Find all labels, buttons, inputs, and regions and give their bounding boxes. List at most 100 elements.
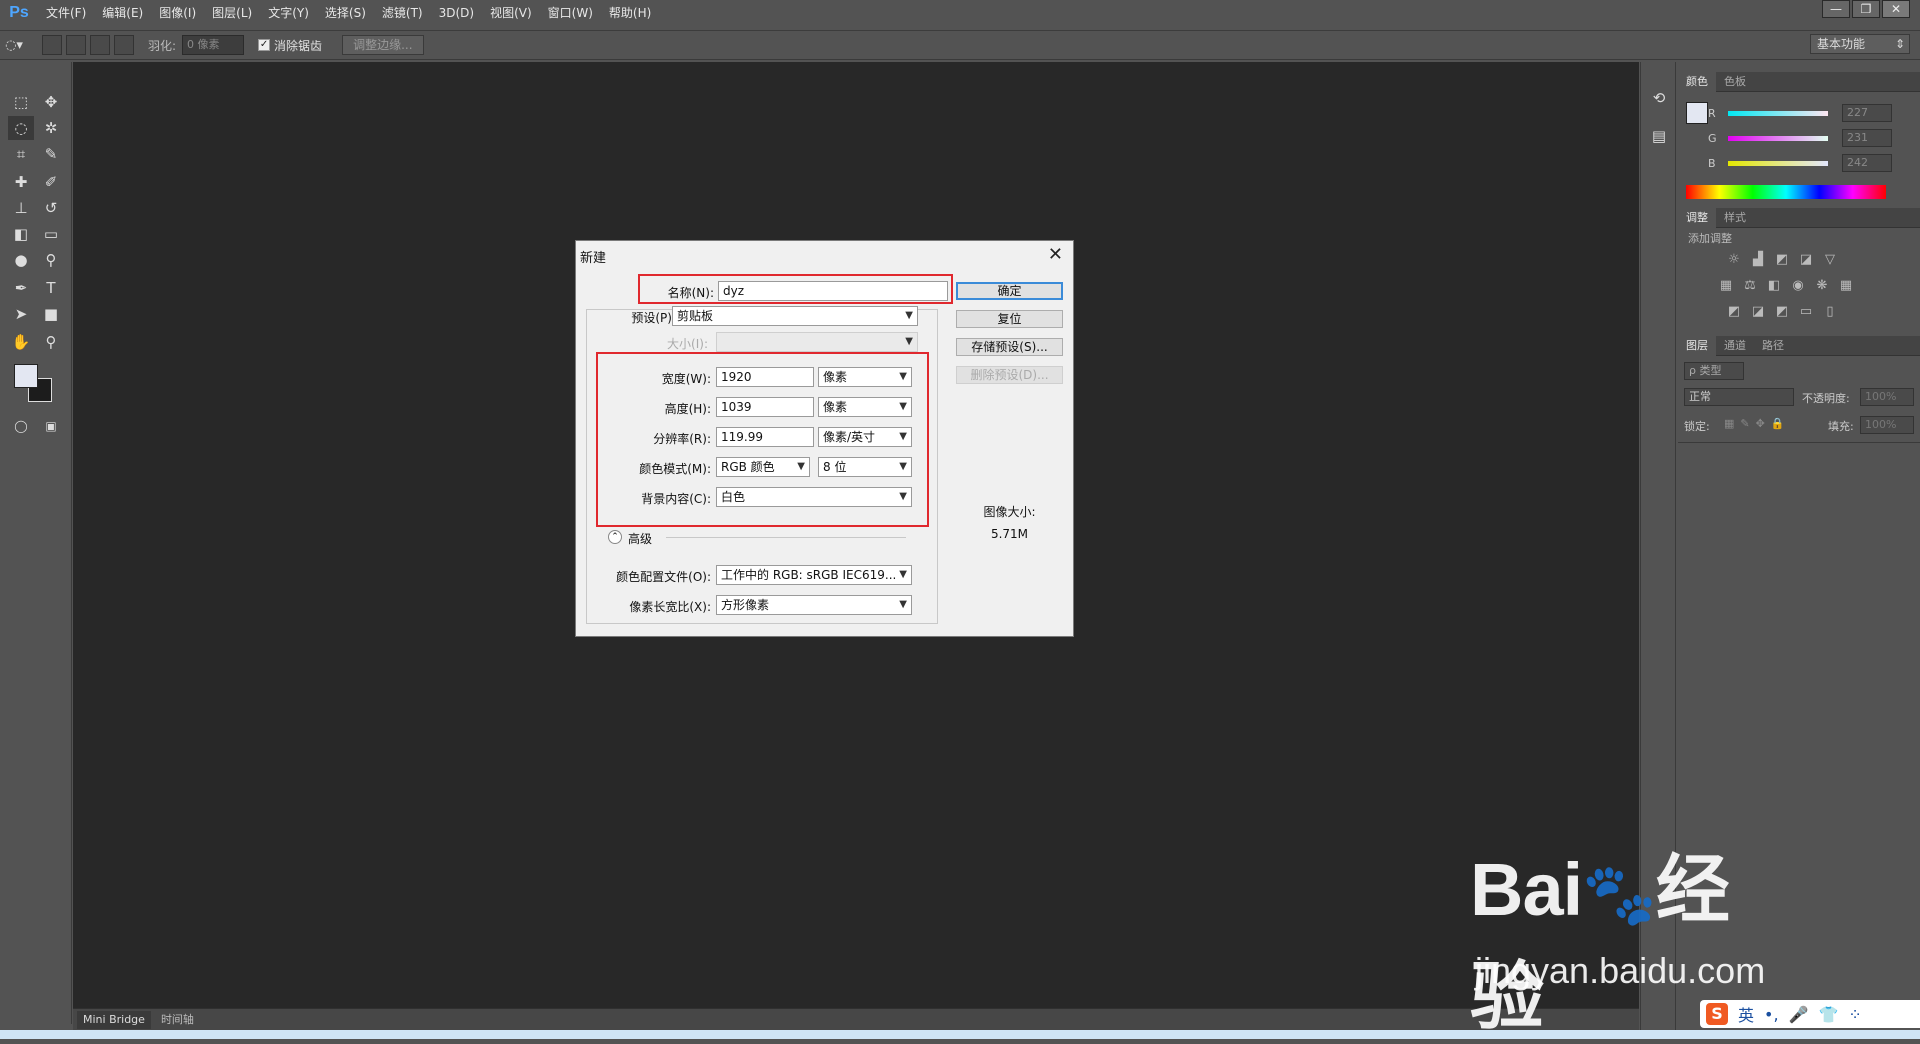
properties-panel-icon[interactable]: ▤ bbox=[1646, 124, 1672, 148]
move-tool-icon[interactable]: ✥ bbox=[38, 90, 64, 114]
path-select-icon[interactable]: ➤ bbox=[8, 302, 34, 326]
tab-layers[interactable]: 图层 bbox=[1678, 335, 1716, 356]
dodge-tool-icon[interactable]: ⚲ bbox=[38, 248, 64, 272]
punctuation-icon[interactable]: •, bbox=[1764, 1005, 1779, 1024]
tab-swatches[interactable]: 色板 bbox=[1716, 72, 1754, 92]
marquee-tool-icon[interactable]: ⬚ bbox=[8, 90, 34, 114]
foreground-color-swatch[interactable] bbox=[14, 364, 38, 388]
threshold-icon[interactable]: ◩ bbox=[1773, 304, 1791, 320]
blend-mode-select[interactable]: 正常 bbox=[1684, 388, 1794, 406]
color-balance-icon[interactable]: ⚖ bbox=[1741, 278, 1759, 294]
magic-wand-icon[interactable]: ✲ bbox=[38, 116, 64, 140]
antialias-checkbox[interactable]: ✓ bbox=[258, 39, 271, 51]
new-selection-icon[interactable] bbox=[42, 35, 62, 55]
tab-adjustments[interactable]: 调整 bbox=[1678, 207, 1716, 228]
menu-select[interactable]: 选择(S) bbox=[317, 0, 374, 26]
invert-icon[interactable]: ◩ bbox=[1725, 304, 1743, 320]
ime-language[interactable]: 英 bbox=[1738, 1002, 1754, 1026]
rectangle-tool-icon[interactable]: ■ bbox=[38, 302, 64, 326]
grid-icon[interactable]: ⁘ bbox=[1848, 1005, 1861, 1024]
tab-styles[interactable]: 样式 bbox=[1716, 208, 1754, 228]
menu-3d[interactable]: 3D(D) bbox=[431, 0, 482, 26]
curves-icon[interactable]: ◩ bbox=[1773, 252, 1791, 268]
intersect-selection-icon[interactable] bbox=[114, 35, 134, 55]
eyedropper-icon[interactable]: ✎ bbox=[38, 142, 64, 166]
layer-filter-select[interactable]: ρ 类型 bbox=[1684, 362, 1744, 380]
lock-icons[interactable]: ▦✎✥🔒 bbox=[1724, 417, 1791, 430]
posterize-icon[interactable]: ◪ bbox=[1749, 304, 1767, 320]
brightness-icon[interactable]: ☼ bbox=[1725, 252, 1743, 268]
save-preset-button[interactable]: 存储预设(S)... bbox=[956, 338, 1063, 356]
color-panel-foreground[interactable] bbox=[1686, 102, 1708, 124]
lasso-tool-preset-icon[interactable]: ◌▾ bbox=[4, 35, 24, 55]
gradient-icon[interactable]: ▭ bbox=[38, 222, 64, 246]
eraser-icon[interactable]: ◧ bbox=[8, 222, 34, 246]
feather-input[interactable]: 0 像素 bbox=[182, 35, 245, 55]
b-value-input[interactable]: 242 bbox=[1842, 154, 1892, 172]
gradient-map-icon[interactable]: ▯ bbox=[1821, 304, 1839, 320]
black-white-icon[interactable]: ◧ bbox=[1765, 278, 1783, 294]
r-value-input[interactable]: 227 bbox=[1842, 104, 1892, 122]
restore-button[interactable]: ❐ bbox=[1852, 0, 1880, 18]
brush-tool-icon[interactable]: ✐ bbox=[38, 170, 64, 194]
healing-brush-icon[interactable]: ✚ bbox=[8, 170, 34, 194]
menu-image[interactable]: 图像(I) bbox=[151, 0, 204, 26]
exposure-icon[interactable]: ◪ bbox=[1797, 252, 1815, 268]
ok-button[interactable]: 确定 bbox=[956, 282, 1063, 300]
workspace-select[interactable]: 基本功能 ⇕ bbox=[1810, 34, 1910, 54]
background-select[interactable]: 白色 ▼ bbox=[716, 487, 912, 507]
levels-icon[interactable]: ▟ bbox=[1749, 252, 1767, 268]
add-selection-icon[interactable] bbox=[66, 35, 86, 55]
microphone-icon[interactable]: 🎤 bbox=[1789, 1005, 1809, 1024]
selective-color-icon[interactable]: ▭ bbox=[1797, 304, 1815, 320]
menu-file[interactable]: 文件(F) bbox=[38, 0, 94, 26]
height-unit-select[interactable]: 像素 ▼ bbox=[818, 397, 912, 417]
dialog-close-icon[interactable]: ✕ bbox=[1048, 244, 1063, 265]
crop-tool-icon[interactable]: ⌗ bbox=[8, 142, 34, 166]
quick-mask-icon[interactable]: ◯ bbox=[8, 414, 34, 438]
menu-type[interactable]: 文字(Y) bbox=[260, 0, 317, 26]
tab-mini-bridge[interactable]: Mini Bridge bbox=[77, 1010, 151, 1029]
menu-window[interactable]: 窗口(W) bbox=[540, 0, 601, 26]
reset-button[interactable]: 复位 bbox=[956, 310, 1063, 328]
screen-mode-icon[interactable]: ▣ bbox=[38, 414, 64, 438]
width-input[interactable]: 1920 bbox=[716, 367, 814, 387]
profile-select[interactable]: 工作中的 RGB: sRGB IEC619... ▼ bbox=[716, 565, 912, 585]
history-brush-icon[interactable]: ↺ bbox=[38, 196, 64, 220]
zoom-tool-icon[interactable]: ⚲ bbox=[38, 330, 64, 354]
color-lookup-icon[interactable]: ▦ bbox=[1837, 278, 1855, 294]
lasso-tool-icon[interactable]: ◌ bbox=[8, 116, 34, 140]
menu-filter[interactable]: 滤镜(T) bbox=[374, 0, 431, 26]
opacity-input[interactable]: 100% bbox=[1860, 388, 1914, 406]
minimize-button[interactable]: — bbox=[1822, 0, 1850, 18]
menu-help[interactable]: 帮助(H) bbox=[601, 0, 659, 26]
refine-edge-button[interactable]: 调整边缘... bbox=[342, 35, 424, 55]
tab-channels[interactable]: 通道 bbox=[1716, 336, 1754, 356]
vibrance-icon[interactable]: ▽ bbox=[1821, 252, 1839, 268]
menu-layer[interactable]: 图层(L) bbox=[204, 0, 260, 26]
g-value-input[interactable]: 231 bbox=[1842, 129, 1892, 147]
color-spectrum-bar[interactable] bbox=[1686, 185, 1886, 199]
blur-tool-icon[interactable]: ● bbox=[8, 248, 34, 272]
photo-filter-icon[interactable]: ◉ bbox=[1789, 278, 1807, 294]
clone-stamp-icon[interactable]: ⊥ bbox=[8, 196, 34, 220]
b-slider[interactable] bbox=[1728, 160, 1828, 166]
aspect-select[interactable]: 方形像素 ▼ bbox=[716, 595, 912, 615]
height-input[interactable]: 1039 bbox=[716, 397, 814, 417]
history-panel-icon[interactable]: ⟲ bbox=[1646, 86, 1672, 110]
preset-select[interactable]: 剪贴板 ▼ bbox=[672, 306, 918, 326]
g-slider[interactable] bbox=[1728, 135, 1828, 141]
tab-color[interactable]: 颜色 bbox=[1678, 71, 1716, 92]
subtract-selection-icon[interactable] bbox=[90, 35, 110, 55]
hand-tool-icon[interactable]: ✋ bbox=[8, 330, 34, 354]
type-tool-icon[interactable]: T bbox=[38, 276, 64, 300]
tab-paths[interactable]: 路径 bbox=[1754, 336, 1792, 356]
fill-input[interactable]: 100% bbox=[1860, 416, 1914, 434]
r-slider[interactable] bbox=[1728, 110, 1828, 116]
sogou-logo-icon[interactable]: S bbox=[1706, 1003, 1728, 1025]
menu-view[interactable]: 视图(V) bbox=[482, 0, 540, 26]
bit-depth-select[interactable]: 8 位 ▼ bbox=[818, 457, 912, 477]
close-window-button[interactable]: ✕ bbox=[1882, 0, 1910, 18]
collapse-advanced-icon[interactable]: ⌃ bbox=[608, 530, 622, 544]
resolution-input[interactable]: 119.99 bbox=[716, 427, 814, 447]
